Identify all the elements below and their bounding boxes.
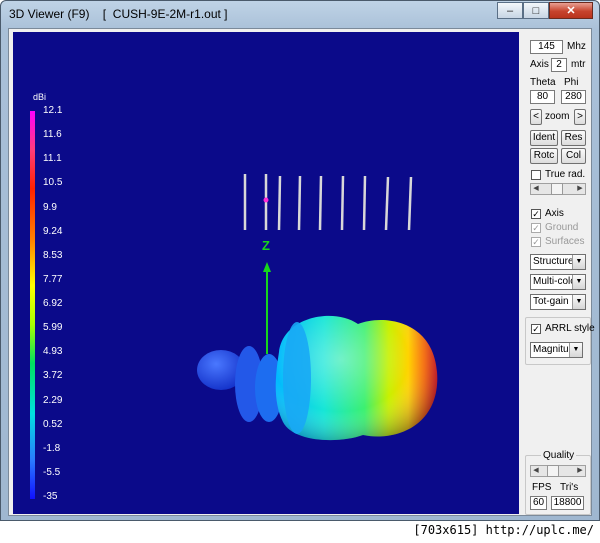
axis-checkbox[interactable]: ✓: [531, 209, 541, 219]
ground-label: Ground: [545, 222, 579, 233]
chevron-down-icon: ▼: [572, 255, 585, 269]
minimize-button[interactable]: –: [497, 2, 523, 19]
slider-left-arrow-icon: ◀: [533, 185, 539, 192]
quality-label: Quality: [541, 450, 577, 461]
fps-label: FPS: [532, 482, 552, 493]
close-button[interactable]: ✕: [549, 2, 593, 19]
true-rad-label: True rad.: [545, 169, 586, 180]
color-mode-select-value: Multi-colo: [533, 276, 576, 287]
phi-input[interactable]: 280: [561, 90, 586, 104]
tris-label: Tri's: [560, 482, 579, 493]
axis-length-label: Axis: [530, 59, 549, 70]
color-mode-select[interactable]: Multi-colo ▼: [530, 274, 586, 290]
magnitude-select[interactable]: Magnitude ▼: [530, 342, 583, 358]
true-rad-checkbox[interactable]: [531, 170, 541, 180]
antenna-element: [407, 176, 413, 231]
fps-value: 60: [530, 496, 547, 510]
frequency-unit: Mhz: [567, 41, 586, 52]
client-area: dBi 12.1 11.6 11.1 10.5 9.9 9.24 8.53 7.77 6.92 5…: [8, 28, 595, 516]
antenna-element: [277, 175, 282, 231]
axis-check-label: Axis: [545, 208, 564, 219]
slider-left-arrow-icon: ◀: [533, 467, 539, 474]
antenna-element: [297, 175, 302, 231]
frequency-input[interactable]: 145: [530, 40, 563, 54]
axis-length-unit: mtr: [571, 59, 586, 70]
viewer-window: 3D Viewer (F9) [ CUSH-9E-2M-r1.out ] – □…: [0, 0, 600, 521]
pattern-viewport[interactable]: dBi 12.1 11.6 11.1 10.5 9.9 9.24 8.53 7.77 6.92 5…: [13, 32, 519, 514]
ground-checkbox: ✓: [531, 223, 541, 233]
gain-select-value: Tot-gain: [533, 296, 569, 307]
gain-select[interactable]: Tot-gain ▼: [530, 294, 586, 310]
true-rad-slider[interactable]: ◀ ▶: [530, 183, 586, 195]
chevron-down-icon: ▼: [569, 343, 582, 357]
arrl-style-label: ARRL style: [545, 323, 595, 334]
antenna-element: [318, 175, 323, 231]
structure-select[interactable]: Structure ▼: [530, 254, 586, 270]
image-host-caption: [703x615] http://uplc.me/: [413, 523, 594, 537]
zoom-label: zoom: [545, 111, 570, 122]
ident-button[interactable]: Ident: [530, 130, 558, 146]
radiation-pattern-3d: Z: [197, 174, 438, 441]
z-axis-label: Z: [262, 238, 270, 253]
chevron-down-icon: ▼: [572, 295, 585, 309]
maximize-button[interactable]: □: [523, 2, 549, 19]
title-bar[interactable]: 3D Viewer (F9) [ CUSH-9E-2M-r1.out ] – □…: [1, 1, 599, 27]
theta-input[interactable]: 80: [530, 90, 555, 104]
col-button[interactable]: Col: [561, 148, 586, 164]
feed-point: [263, 197, 269, 203]
antenna-element: [362, 175, 367, 231]
antenna-element: [384, 176, 390, 231]
chevron-down-icon: ▼: [572, 275, 585, 289]
true-rad-slider-knob[interactable]: [551, 183, 563, 195]
zoom-out-button[interactable]: <: [530, 109, 542, 125]
quality-slider[interactable]: ◀ ▶: [530, 465, 586, 477]
yagi-elements: [243, 174, 413, 231]
arrl-style-checkbox[interactable]: ✓: [531, 324, 541, 334]
structure-select-value: Structure: [533, 256, 574, 267]
surfaces-label: Surfaces: [545, 236, 585, 247]
z-axis-arrow: [263, 262, 271, 272]
res-button[interactable]: Res: [561, 130, 586, 146]
theta-label: Theta: [530, 77, 556, 88]
axis-length-input[interactable]: 2: [551, 58, 567, 72]
lobe-ring: [283, 322, 311, 434]
rotc-button[interactable]: Rotc: [530, 148, 558, 164]
phi-label: Phi: [564, 77, 579, 88]
slider-right-arrow-icon: ▶: [577, 467, 583, 474]
window-title: 3D Viewer (F9) [ CUSH-9E-2M-r1.out ]: [9, 7, 228, 21]
antenna-element: [340, 175, 345, 231]
surfaces-checkbox: ✓: [531, 237, 541, 247]
tris-value: 18800: [551, 496, 584, 510]
quality-slider-knob[interactable]: [547, 465, 559, 477]
zoom-in-button[interactable]: >: [574, 109, 586, 125]
slider-right-arrow-icon: ▶: [577, 185, 583, 192]
